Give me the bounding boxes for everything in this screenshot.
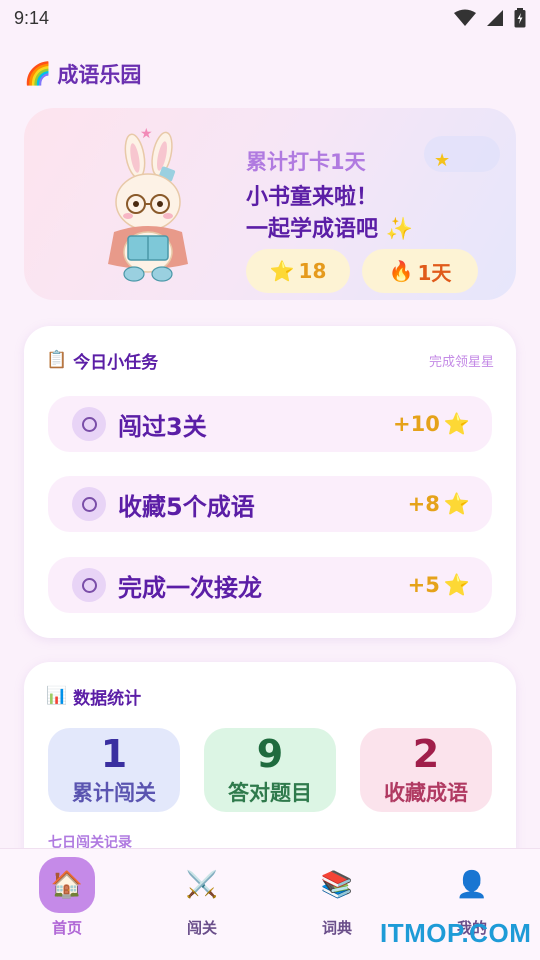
- empty-circle-icon: [81, 577, 97, 593]
- nav-label: 闯关: [186, 919, 217, 937]
- nav-label: 词典: [321, 919, 352, 937]
- task-reward: +8 ⭐: [408, 492, 470, 517]
- tasks-title-text: 今日小任务: [73, 352, 159, 373]
- svg-text:★: ★: [140, 126, 153, 142]
- daily-tasks-card: 📋 今日小任务 完成领星星 闯过3关 +10 ⭐ 收藏5个成语 +8 ⭐ 完成一…: [24, 326, 516, 638]
- fire-icon: 🔥: [388, 259, 414, 283]
- reward-points: +10: [393, 412, 440, 436]
- stat-value: 2: [412, 732, 440, 776]
- star-icon: ⭐: [443, 491, 470, 516]
- task-checkbox[interactable]: [72, 568, 106, 602]
- hero-card: ★ ★ 累计打卡1天 小书童来啦！ 一起学成语吧 ✨ ⭐ 18 🔥 1天: [24, 108, 516, 300]
- stars-chip[interactable]: ⭐ 18: [246, 249, 350, 293]
- star-decoration-icon: ★: [434, 150, 451, 171]
- streak-days: 1天: [417, 260, 452, 285]
- crossed-swords-icon: ⚔️: [185, 870, 219, 900]
- streak-chip[interactable]: 🔥 1天: [362, 249, 478, 293]
- status-time: 9:14: [14, 7, 50, 28]
- star-icon: ⭐: [443, 411, 470, 436]
- task-checkbox[interactable]: [72, 407, 106, 441]
- app-title: 🌈 成语乐园: [24, 58, 141, 90]
- star-icon: ⭐: [443, 572, 470, 597]
- stats-header: 📊 数据统计: [46, 684, 494, 709]
- books-icon: 📚: [320, 870, 354, 900]
- greeting-line-2: 一起学成语吧 ✨: [246, 217, 414, 242]
- clipboard-icon: 📋: [46, 350, 68, 370]
- reward-points: +8: [407, 492, 440, 516]
- task-label: 完成一次接龙: [118, 573, 262, 602]
- tasks-header: 📋 今日小任务 完成领星星: [46, 348, 494, 373]
- status-bar: 9:14: [0, 0, 540, 36]
- task-reward: +10 ⭐: [393, 412, 470, 437]
- wifi-icon: [454, 9, 476, 26]
- stat-favorites[interactable]: 2 收藏成语: [360, 728, 492, 812]
- task-item[interactable]: 完成一次接龙 +5 ⭐: [48, 557, 492, 613]
- stat-levels-passed[interactable]: 1 累计闯关: [48, 728, 180, 812]
- signal-icon: [487, 10, 503, 26]
- task-label: 闯过3关: [118, 412, 207, 441]
- bar-chart-icon: 📊: [46, 686, 68, 706]
- battery-icon: [514, 8, 526, 28]
- bunny-mascot-icon: ★: [108, 126, 188, 282]
- greeting: 小书童来啦！ 一起学成语吧 ✨: [246, 182, 506, 246]
- star-icon: ⭐: [269, 259, 295, 283]
- nav-label: 首页: [51, 919, 82, 937]
- task-label: 收藏5个成语: [118, 492, 255, 521]
- empty-circle-icon: [81, 496, 97, 512]
- app-title-text: 成语乐园: [57, 63, 142, 87]
- greeting-line-1: 小书童来啦！: [246, 185, 379, 210]
- nav-item-levels[interactable]: ⚔️ 闯关: [157, 857, 247, 947]
- empty-circle-icon: [81, 416, 97, 432]
- stat-label: 累计闯关: [72, 781, 156, 805]
- task-item[interactable]: 收藏5个成语 +8 ⭐: [48, 476, 492, 532]
- status-icons: [454, 8, 526, 28]
- tasks-title: 📋 今日小任务: [46, 348, 158, 373]
- stat-value: 9: [256, 732, 284, 776]
- task-reward: +5 ⭐: [408, 573, 470, 598]
- task-item[interactable]: 闯过3关 +10 ⭐: [48, 396, 492, 452]
- stat-value: 1: [100, 732, 128, 776]
- stat-label: 收藏成语: [384, 781, 468, 805]
- stat-correct-answers[interactable]: 9 答对题目: [204, 728, 336, 812]
- tasks-hint: 完成领星星: [428, 354, 494, 370]
- stats-title-text: 数据统计: [73, 688, 142, 709]
- rainbow-icon: 🌈: [24, 61, 52, 87]
- task-checkbox[interactable]: [72, 487, 106, 521]
- reward-points: +5: [407, 573, 440, 597]
- watermark: ITMOP.COM: [380, 918, 532, 948]
- streak-label: 累计打卡1天: [246, 150, 366, 174]
- stars-count: 18: [298, 259, 327, 283]
- user-icon: 👤: [455, 870, 489, 900]
- stats-title: 📊 数据统计: [46, 684, 141, 709]
- home-icon: 🏠: [39, 857, 95, 913]
- stat-label: 答对题目: [228, 781, 312, 805]
- nav-item-dictionary[interactable]: 📚 词典: [292, 857, 382, 947]
- nav-item-home[interactable]: 🏠 首页: [22, 857, 112, 947]
